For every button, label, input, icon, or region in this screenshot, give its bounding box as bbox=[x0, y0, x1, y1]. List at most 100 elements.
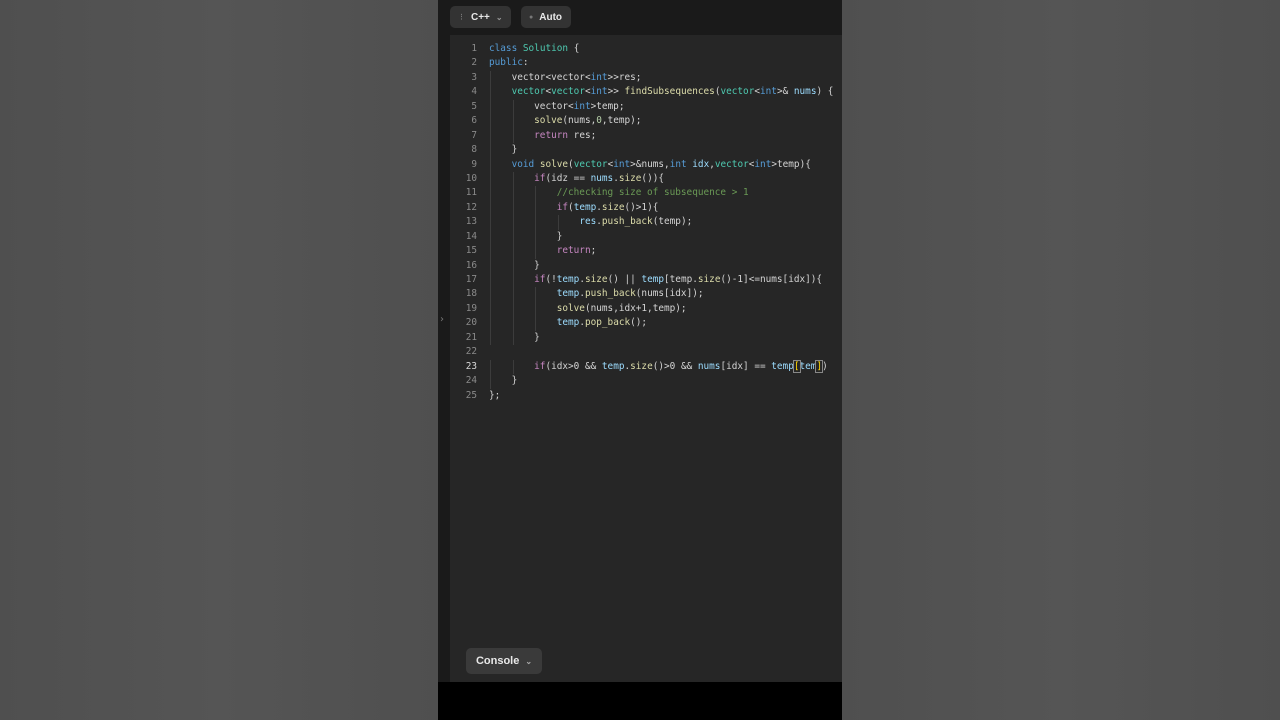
code-text: } bbox=[489, 259, 540, 273]
line-number: 4 bbox=[471, 86, 477, 98]
code-line[interactable]: 14 } bbox=[450, 229, 842, 245]
code-line[interactable]: 23 if(idx>0 && temp.size()>0 && nums[idx… bbox=[450, 359, 842, 375]
code-token: temp bbox=[641, 274, 665, 285]
code-text: if(idx>0 && temp.size()>0 && nums[idx] =… bbox=[489, 359, 828, 374]
code-text: //checking size of subsequence > 1 bbox=[489, 186, 749, 200]
code-text: vector<int>temp; bbox=[489, 100, 624, 114]
code-token: (nums, bbox=[562, 115, 597, 127]
code-token: vector bbox=[720, 86, 755, 98]
code-token: >temp; bbox=[590, 100, 625, 112]
code-text: } bbox=[489, 230, 563, 244]
code-token: res; bbox=[568, 129, 597, 141]
code-token: (nums,idx+1,temp); bbox=[584, 302, 687, 314]
code-line[interactable]: 4 vector<vector<int>> findSubsequences(v… bbox=[450, 85, 842, 100]
code-token: int bbox=[754, 158, 772, 170]
code-line[interactable]: 22 bbox=[450, 345, 842, 359]
code-line[interactable]: 21 } bbox=[450, 330, 842, 346]
code-line[interactable]: 3 vector<vector<int>>res; bbox=[450, 70, 842, 86]
code-token: tem bbox=[799, 360, 817, 372]
code-token: res bbox=[579, 216, 597, 228]
code-token: vector< bbox=[489, 100, 574, 112]
code-token: { bbox=[568, 43, 580, 54]
code-token: >>res; bbox=[607, 71, 642, 83]
language-selector[interactable]: ⋮ C++ ⌄ bbox=[450, 6, 511, 28]
code-line[interactable]: 15 return; bbox=[450, 244, 842, 259]
language-label: C++ bbox=[471, 11, 490, 23]
code-token: Solution bbox=[522, 43, 569, 54]
code-token: (! bbox=[545, 274, 557, 285]
code-token: ) { bbox=[816, 86, 834, 98]
code-line[interactable]: 25}; bbox=[450, 389, 842, 403]
auto-mode-button[interactable]: ● Auto bbox=[521, 6, 571, 28]
code-text: public: bbox=[489, 56, 529, 70]
line-number: 13 bbox=[465, 216, 477, 228]
code-token: temp bbox=[556, 288, 580, 300]
code-line[interactable]: 13 res.push_back(temp); bbox=[450, 215, 842, 230]
code-text: if(temp.size()>1){ bbox=[489, 201, 659, 215]
code-editor-app: ⋮ C++ ⌄ ● Auto › 1 class Solution {2 publi… bbox=[438, 0, 842, 720]
code-text: return res; bbox=[489, 129, 596, 143]
dot-icon: ● bbox=[529, 13, 534, 21]
code-token: int bbox=[669, 158, 687, 170]
code-token: nums bbox=[590, 172, 614, 184]
code-line[interactable]: 7 return res; bbox=[450, 128, 842, 144]
code-token: void bbox=[511, 158, 535, 170]
code-token: >> bbox=[607, 86, 625, 98]
code-text: solve(nums,0,temp); bbox=[489, 114, 641, 128]
code-token: >&nums, bbox=[630, 158, 670, 170]
code-token: int bbox=[573, 100, 591, 112]
code-token: solve bbox=[539, 158, 569, 170]
code-line[interactable]: 12 if(temp.size()>1){ bbox=[450, 200, 842, 216]
code-line[interactable]: 24 } bbox=[450, 374, 842, 389]
code-text: vector<vector<int>> findSubsequences(vec… bbox=[489, 85, 834, 99]
code-area[interactable]: 1 class Solution {2 public: 3 vector<vector… bbox=[450, 35, 842, 682]
code-token: ()){ bbox=[641, 172, 664, 184]
code-token: vector bbox=[511, 86, 546, 98]
code-line[interactable]: 16 } bbox=[450, 258, 842, 273]
code-line[interactable]: 6 solve(nums,0,temp); bbox=[450, 114, 842, 129]
line-number: 9 bbox=[471, 158, 477, 170]
line-number: 2 bbox=[471, 57, 477, 69]
bottom-bar bbox=[438, 682, 842, 720]
code-line[interactable]: 8 } bbox=[450, 143, 842, 158]
code-lines[interactable]: 1 class Solution {2 public: 3 vector<vector… bbox=[450, 42, 842, 403]
code-text: temp.pop_back(); bbox=[489, 316, 647, 330]
console-button[interactable]: Console ⌄ bbox=[466, 648, 542, 674]
code-line[interactable]: 1 class Solution { bbox=[450, 42, 842, 56]
code-token: >& bbox=[776, 86, 794, 98]
code-token: if bbox=[534, 360, 546, 372]
code-line[interactable]: 9 void solve(vector<int>&nums,int idx,ve… bbox=[450, 157, 842, 172]
code-line[interactable]: 2 public: bbox=[450, 56, 842, 70]
code-line[interactable]: 10 if(idz == nums.size()){ bbox=[450, 171, 842, 187]
code-token: ()>0 && bbox=[652, 360, 698, 372]
code-token: solve bbox=[534, 115, 563, 127]
line-number: 14 bbox=[465, 230, 477, 242]
line-number: 3 bbox=[471, 71, 477, 83]
code-token: return bbox=[534, 129, 569, 141]
code-token: [idx] == bbox=[720, 360, 772, 372]
code-token: int bbox=[613, 158, 631, 170]
line-number: 11 bbox=[465, 187, 477, 199]
code-token: nums bbox=[793, 86, 817, 98]
code-line[interactable]: 20 temp.pop_back(); bbox=[450, 316, 842, 331]
line-number: 1 bbox=[471, 43, 477, 54]
code-token: >temp){ bbox=[771, 158, 811, 170]
code-token: : bbox=[522, 57, 529, 69]
code-line[interactable]: 19 solve(nums,idx+1,temp); bbox=[450, 301, 842, 317]
code-line[interactable]: 5 vector<int>temp; bbox=[450, 99, 842, 115]
code-line[interactable]: 18 temp.push_back(nums[idx]); bbox=[450, 287, 842, 302]
code-text: res.push_back(temp); bbox=[489, 215, 692, 229]
editor-toolbar: ⋮ C++ ⌄ ● Auto bbox=[438, 0, 842, 35]
code-token: return bbox=[556, 245, 591, 257]
code-line[interactable]: 17 if(!temp.size() || temp[temp.size()-1… bbox=[450, 273, 842, 288]
code-line[interactable]: 11 //checking size of subsequence > 1 bbox=[450, 186, 842, 201]
line-number: 25 bbox=[465, 389, 477, 401]
code-text: if(!temp.size() || temp[temp.size()-1]<=… bbox=[489, 273, 822, 287]
expand-panel-icon[interactable]: › bbox=[440, 314, 444, 325]
handle-icon: ⋮ bbox=[458, 14, 465, 21]
code-token: size bbox=[630, 360, 653, 372]
